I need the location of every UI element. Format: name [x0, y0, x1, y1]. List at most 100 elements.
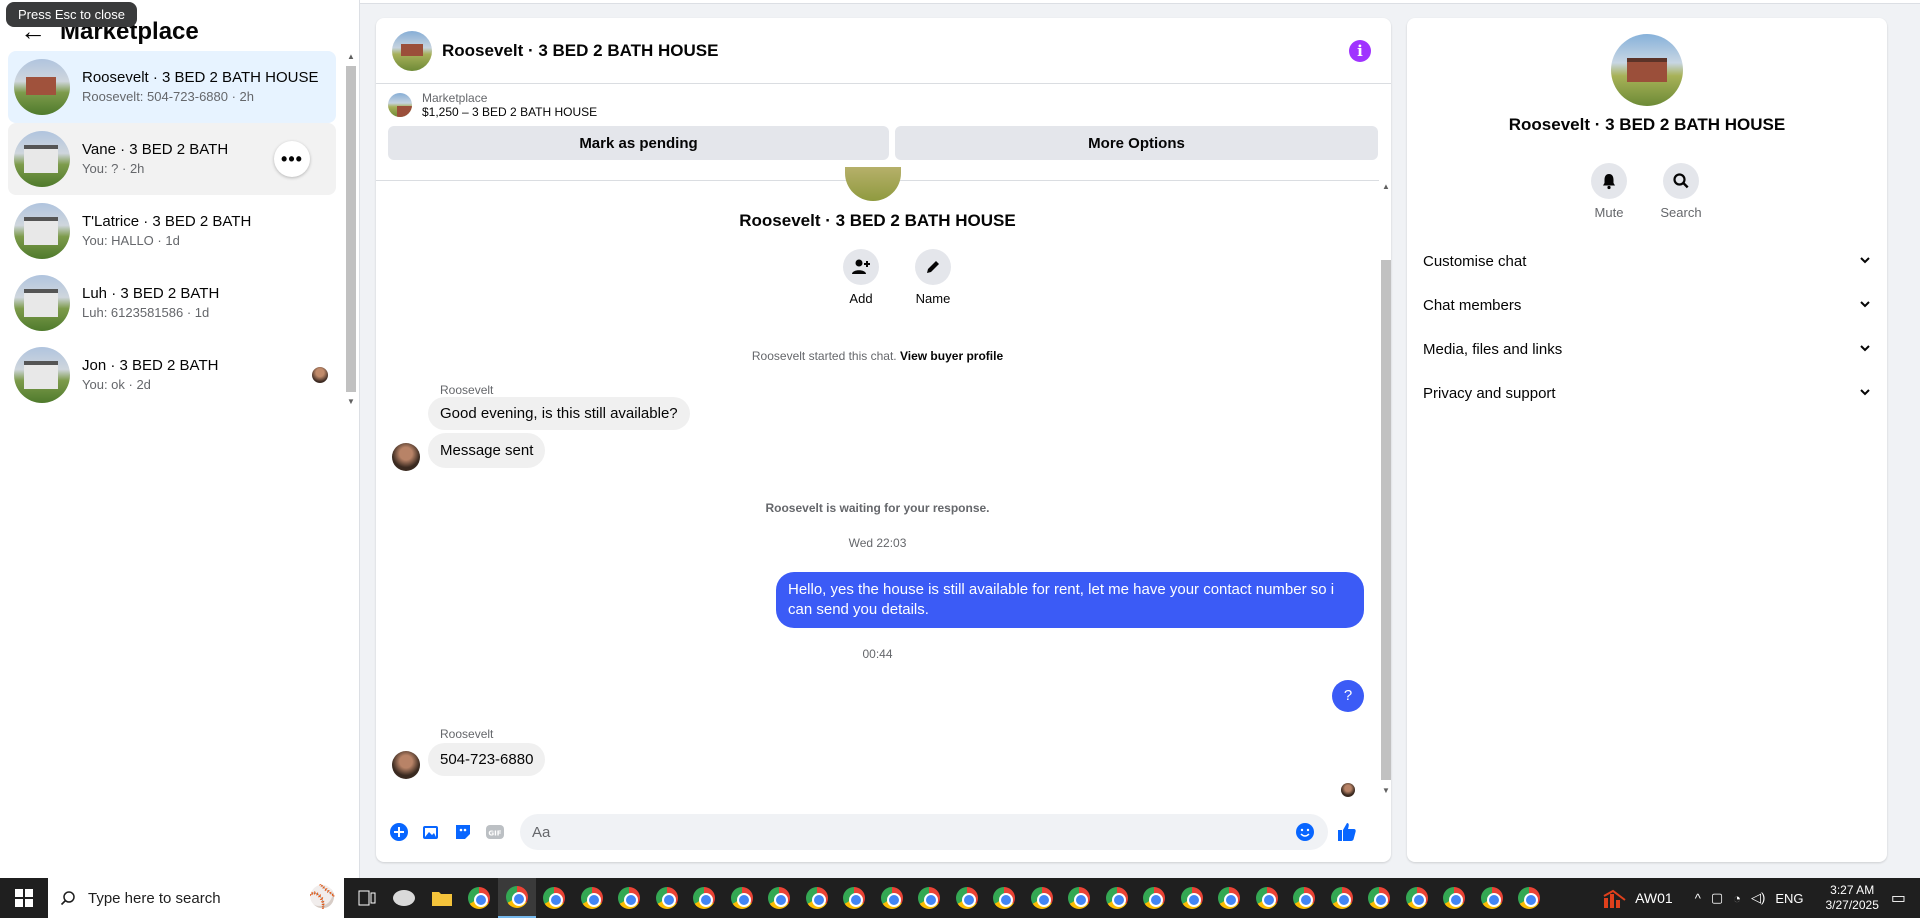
chrome-icon[interactable] — [1211, 878, 1249, 918]
section-customise-chat[interactable]: Customise chat — [1423, 246, 1871, 276]
chrome-icon[interactable] — [611, 878, 649, 918]
chrome-icon[interactable] — [498, 878, 536, 918]
chrome-icon[interactable] — [461, 878, 499, 918]
volume-icon[interactable]: ◁) — [1751, 890, 1765, 906]
chrome-icon[interactable] — [1436, 878, 1474, 918]
chrome-icon[interactable] — [1323, 878, 1361, 918]
taskbar-search-input[interactable] — [88, 889, 238, 907]
search-action[interactable]: Search — [1651, 163, 1711, 220]
app-icon[interactable] — [386, 878, 424, 918]
scroll-thumb[interactable] — [1381, 260, 1391, 780]
conversation-row-roosevelt[interactable]: Roosevelt · 3 BED 2 BATH HOUSE Roosevelt… — [8, 51, 336, 123]
profile-avatar[interactable] — [1611, 34, 1683, 106]
conversation-title: Vane · 3 BED 2 BATH — [82, 141, 229, 158]
chrome-icon[interactable] — [986, 878, 1024, 918]
sender-avatar[interactable] — [392, 751, 420, 779]
chrome-icon[interactable] — [1511, 878, 1549, 918]
chrome-icon[interactable] — [1361, 878, 1399, 918]
incoming-message[interactable]: 504-723-6880 — [428, 743, 546, 776]
chrome-icon[interactable] — [686, 878, 724, 918]
clock[interactable]: 3:27 AM 3/27/2025 — [1825, 883, 1878, 913]
timestamp: 00:44 — [862, 647, 893, 661]
windows-start-icon[interactable] — [0, 878, 48, 918]
chrome-icon[interactable] — [648, 878, 686, 918]
chrome-icon[interactable] — [1248, 878, 1286, 918]
clock-date: 3/27/2025 — [1825, 898, 1879, 912]
chrome-icon[interactable] — [1286, 878, 1324, 918]
photo-icon[interactable] — [416, 817, 446, 847]
message-input[interactable] — [520, 814, 1328, 850]
bell-icon[interactable] — [1591, 163, 1627, 199]
app-tray-item[interactable]: AW01 — [1603, 888, 1673, 908]
chat-panel: Roosevelt · 3 BED 2 BATH HOUSE i Marketp… — [376, 18, 1391, 862]
scroll-down-icon[interactable]: ▼ — [347, 397, 355, 406]
emoji-icon[interactable] — [1290, 817, 1320, 847]
taskbar-search[interactable]: ⚾ — [48, 878, 344, 918]
task-view-icon[interactable] — [348, 878, 386, 918]
chrome-icon[interactable] — [573, 878, 611, 918]
search-label: Search — [1660, 205, 1702, 220]
device-icon[interactable]: ▢ — [1711, 890, 1723, 906]
search-icon[interactable] — [1663, 163, 1699, 199]
section-privacy-support[interactable]: Privacy and support — [1423, 378, 1871, 408]
svg-text:GIF: GIF — [488, 830, 501, 838]
notification-icon[interactable]: ▭ — [1891, 888, 1906, 908]
section-chat-members[interactable]: Chat members — [1423, 290, 1871, 320]
chrome-icon[interactable] — [761, 878, 799, 918]
listing-summary[interactable]: Marketplace $1,250 – 3 BED 2 BATH HOUSE — [376, 84, 1391, 126]
scroll-up-icon[interactable]: ▲ — [347, 52, 355, 61]
scroll-down-icon[interactable]: ▼ — [1382, 786, 1390, 795]
conversation-title: Luh · 3 BED 2 BATH — [82, 285, 220, 302]
conversation-row-tlatrice[interactable]: T'Latrice · 3 BED 2 BATH You: HALLO · 1d — [8, 195, 336, 267]
language-indicator[interactable]: ENG — [1775, 891, 1803, 906]
chrome-icon[interactable] — [1398, 878, 1436, 918]
chrome-icon[interactable] — [1061, 878, 1099, 918]
conversation-list-scrollbar[interactable]: ▲ ▼ — [346, 52, 356, 408]
more-options-button[interactable]: More Options — [895, 126, 1378, 160]
chrome-icon[interactable] — [873, 878, 911, 918]
incoming-message[interactable]: Good evening, is this still available? — [428, 397, 690, 430]
file-explorer-icon[interactable] — [423, 878, 461, 918]
chevron-up-icon[interactable]: ^ — [1695, 891, 1701, 906]
chrome-icon[interactable] — [1023, 878, 1061, 918]
chrome-icon[interactable] — [1173, 878, 1211, 918]
chrome-icon[interactable] — [1473, 878, 1511, 918]
name-action[interactable]: Name — [903, 249, 963, 306]
gif-icon[interactable]: GIF — [480, 817, 510, 847]
section-media-files-links[interactable]: Media, files and links — [1423, 334, 1871, 364]
more-options-icon[interactable]: ••• — [274, 141, 310, 177]
info-icon[interactable]: i — [1349, 40, 1371, 62]
view-buyer-profile-link[interactable]: View buyer profile — [900, 349, 1003, 363]
plus-icon[interactable] — [384, 817, 414, 847]
chat-scrollbar[interactable]: ▲ ▼ — [1379, 180, 1391, 800]
add-person-icon[interactable] — [843, 249, 879, 285]
chrome-icon[interactable] — [1098, 878, 1136, 918]
conversation-row-vane[interactable]: Vane · 3 BED 2 BATH You: ? · 2h ••• — [8, 123, 336, 195]
conversation-row-jon[interactable]: Jon · 3 BED 2 BATH You: ok · 2d — [8, 339, 336, 411]
outgoing-message[interactable]: Hello, yes the house is still available … — [776, 572, 1364, 628]
sticker-icon[interactable] — [448, 817, 478, 847]
chrome-icon[interactable] — [536, 878, 574, 918]
chrome-icon[interactable] — [723, 878, 761, 918]
chrome-icon[interactable] — [911, 878, 949, 918]
sender-avatar[interactable] — [392, 443, 420, 471]
thumbs-up-icon[interactable] — [1332, 817, 1362, 847]
chrome-icon[interactable] — [836, 878, 874, 918]
scroll-up-icon[interactable]: ▲ — [1382, 182, 1390, 191]
mark-as-pending-button[interactable]: Mark as pending — [388, 126, 889, 160]
chat-header-name[interactable]: Roosevelt · 3 BED 2 BATH HOUSE — [442, 41, 718, 61]
conversation-subtitle: You: ? · 2h — [82, 161, 145, 176]
add-action[interactable]: Add — [831, 249, 891, 306]
chrome-icon[interactable] — [948, 878, 986, 918]
chat-avatar[interactable] — [392, 30, 432, 71]
chrome-icon[interactable] — [1136, 878, 1174, 918]
outgoing-message[interactable]: ? — [1332, 680, 1364, 712]
mute-action[interactable]: Mute — [1579, 163, 1639, 220]
pencil-icon[interactable] — [915, 249, 951, 285]
conversation-row-luh[interactable]: Luh · 3 BED 2 BATH Luh: 6123581586 · 1d — [8, 267, 336, 339]
listing-thumbnail — [14, 347, 70, 403]
incoming-message[interactable]: Message sent — [428, 433, 546, 468]
scroll-thumb[interactable] — [346, 66, 356, 392]
chrome-icon[interactable] — [798, 878, 836, 918]
wifi-icon[interactable]: ◔ — [1733, 891, 1741, 906]
